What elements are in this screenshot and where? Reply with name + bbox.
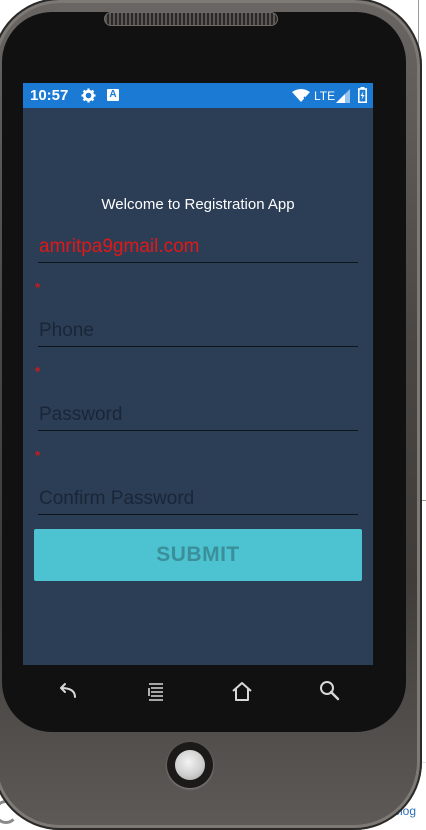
gear-icon <box>81 88 96 103</box>
home-icon[interactable] <box>230 680 254 702</box>
email-required-indicator: * <box>35 280 41 295</box>
earpiece-speaker <box>104 12 278 26</box>
network-type-label: LTE <box>314 89 336 103</box>
password-required-indicator: * <box>35 448 41 463</box>
signal-icon <box>336 89 350 103</box>
app-screen: 10:57 A LTE Welcome to Registration App … <box>23 83 373 665</box>
phone-field[interactable]: Phone <box>38 316 358 347</box>
welcome-heading: Welcome to Registration App <box>101 196 295 213</box>
submit-button[interactable]: SUBMIT <box>34 529 362 581</box>
confirm-password-field[interactable]: Confirm Password <box>38 484 358 515</box>
confirm-password-placeholder: Confirm Password <box>39 488 195 509</box>
a-icon: A <box>107 89 119 101</box>
email-field-value: amritpa9gmail.com <box>39 236 200 257</box>
wifi-icon <box>292 89 310 103</box>
search-icon[interactable] <box>318 680 342 702</box>
phone-placeholder: Phone <box>39 320 94 341</box>
hardware-home-button[interactable] <box>175 750 205 780</box>
email-field[interactable]: amritpa9gmail.com <box>38 232 358 263</box>
phone-required-indicator: * <box>35 364 41 379</box>
status-time: 10:57 <box>30 87 69 104</box>
battery-icon <box>358 87 367 103</box>
status-bar: 10:57 A LTE <box>23 83 373 108</box>
password-placeholder: Password <box>39 404 123 425</box>
menu-icon[interactable] <box>144 680 168 702</box>
password-field[interactable]: Password <box>38 400 358 431</box>
back-icon[interactable] <box>55 680 79 702</box>
